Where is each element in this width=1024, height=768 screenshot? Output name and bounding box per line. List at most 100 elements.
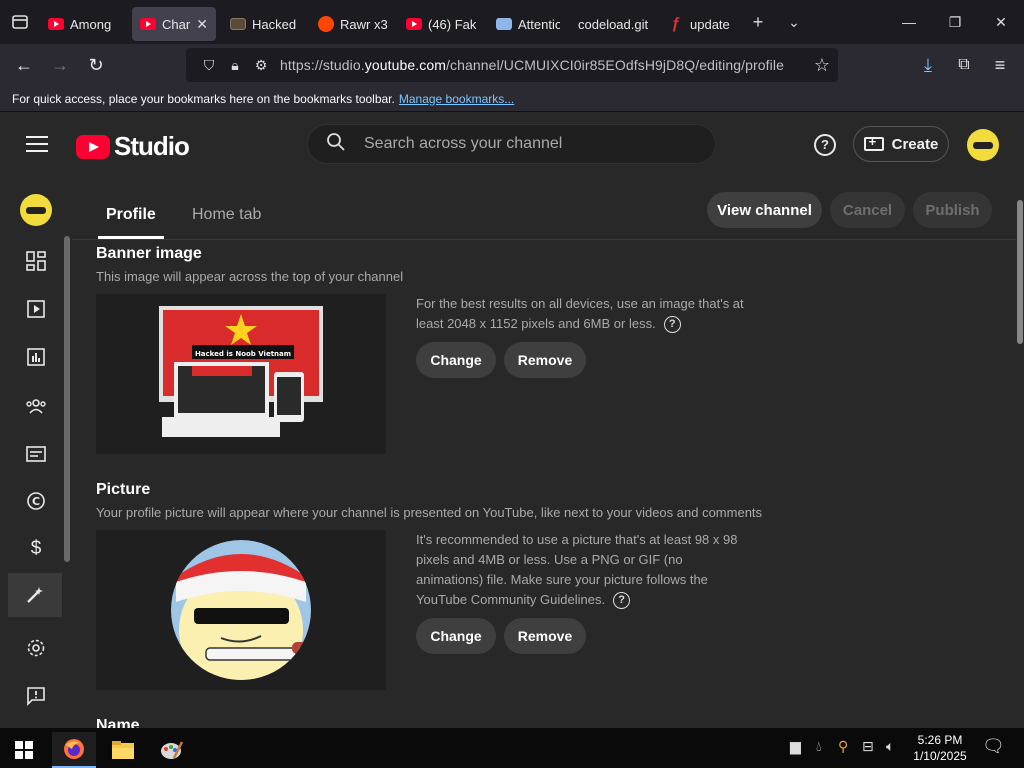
create-button[interactable]: Create <box>853 126 949 162</box>
browser-tab[interactable]: Rawr x3 <box>310 7 398 41</box>
browser-tab[interactable]: Hacked <box>222 7 310 41</box>
customization-icon[interactable] <box>8 573 62 617</box>
analytics-icon[interactable] <box>22 343 50 371</box>
notifications-icon[interactable]: 🗨︎ <box>982 736 1005 757</box>
file-explorer-icon[interactable] <box>101 732 145 768</box>
manage-bookmarks-link[interactable]: Manage bookmarks... <box>399 92 514 106</box>
earn-dollar-icon[interactable]: $ <box>22 535 50 563</box>
dashboard-icon[interactable] <box>22 247 50 275</box>
cancel-button[interactable]: Cancel <box>830 192 905 228</box>
profile-editor: Profile Home tab View channel Cancel Pub… <box>72 176 1016 728</box>
url-bar[interactable]: ⛉ 🔒︎ ⚙︎ https://studio.youtube.com/chann… <box>186 48 838 82</box>
banner-description: This image will appear across the top of… <box>96 269 404 284</box>
account-avatar[interactable] <box>967 129 999 161</box>
system-clock[interactable]: 5:26 PM 1/10/2025 <box>910 732 970 764</box>
forward-arrow-icon[interactable]: → <box>42 49 78 81</box>
network-apps-icon[interactable]: ▆ <box>790 738 801 755</box>
browser-nav-bar: ← → ↻ ⛉ 🔒︎ ⚙︎ https://studio.youtube.com… <box>0 44 1024 86</box>
banner-preview: Hacked is Noob Vietnam <box>96 294 386 454</box>
change-picture-button[interactable]: Change <box>416 618 496 654</box>
search-icon[interactable] <box>308 132 364 157</box>
search-input[interactable]: Search across your channel <box>364 135 562 153</box>
minimize-icon[interactable]: — <box>886 0 932 44</box>
new-tab-icon[interactable]: + <box>740 12 776 33</box>
reddit-icon <box>318 16 334 32</box>
picture-help-icon[interactable]: ? <box>613 592 631 610</box>
download-icon[interactable]: ⤓ <box>910 49 946 81</box>
chevron-down-icon[interactable]: ⌄ <box>776 14 812 31</box>
youtube-icon <box>140 18 156 30</box>
community-icon[interactable] <box>22 392 50 420</box>
youtube-logo-icon <box>76 134 110 159</box>
lock-icon <box>496 18 512 30</box>
picture-preview <box>96 530 386 690</box>
avatar-face <box>973 141 993 149</box>
tab-home[interactable]: Home tab <box>192 206 261 224</box>
close-window-icon[interactable]: ✕ <box>978 0 1024 44</box>
profile-tabs: Profile Home tab View channel Cancel Pub… <box>72 176 1016 240</box>
name-title: Name <box>96 717 140 728</box>
bookmarks-toolbar: For quick access, place your bookmarks h… <box>0 86 1024 112</box>
image-icon <box>230 18 246 30</box>
url-text[interactable]: https://studio.youtube.com/channel/UCMUI… <box>280 57 784 73</box>
browser-tab-strip: Among Chan ✕ Hacked Rawr x3 (46) Fak Atte… <box>0 0 1024 44</box>
change-banner-button[interactable]: Change <box>416 342 496 378</box>
settings-gear-icon[interactable] <box>22 634 50 662</box>
browser-tab[interactable]: (46) Fak <box>398 7 488 41</box>
bookmark-star-icon[interactable]: ☆ <box>814 55 830 76</box>
lock-icon[interactable]: 🔒︎ <box>222 57 248 74</box>
back-arrow-icon[interactable]: ← <box>6 49 42 81</box>
channel-avatar[interactable] <box>20 194 52 226</box>
shield-icon[interactable]: ⛉ <box>196 57 222 74</box>
scrollbar-thumb[interactable] <box>1017 200 1023 344</box>
subtitles-icon[interactable] <box>22 440 50 468</box>
hamburger-menu-icon[interactable] <box>26 136 48 152</box>
browser-tab[interactable]: Attentio <box>488 7 568 41</box>
youtube-icon <box>406 18 422 30</box>
browser-tab[interactable]: Among <box>40 7 132 41</box>
banner-title: Banner image <box>96 245 202 262</box>
browser-tab[interactable]: codeload.git <box>568 7 660 41</box>
permissions-icon[interactable]: ⚙︎ <box>248 57 274 74</box>
browser-tab-active[interactable]: Chan ✕ <box>132 7 216 41</box>
menu-icon[interactable]: ≡ <box>982 49 1018 81</box>
picture-description: Your profile picture will appear where y… <box>96 505 763 520</box>
svg-text:C: C <box>32 495 40 508</box>
view-channel-button[interactable]: View channel <box>707 192 822 228</box>
water-drop-icon[interactable]: 💧︎ <box>816 738 822 755</box>
search-tray-icon[interactable]: ⚲ <box>838 738 848 755</box>
studio-logo[interactable]: Studio <box>76 131 190 162</box>
remove-picture-button[interactable]: Remove <box>504 618 586 654</box>
copyright-icon[interactable]: C <box>22 487 50 515</box>
close-tab-icon[interactable]: ✕ <box>196 16 208 33</box>
studio-sidebar: C $ <box>0 176 72 728</box>
volume-icon[interactable]: 🔈︎ <box>886 738 894 755</box>
remove-banner-button[interactable]: Remove <box>504 342 586 378</box>
page-scrollbar[interactable] <box>1016 176 1024 728</box>
banner-help-icon[interactable]: ? <box>663 316 681 334</box>
firefox-icon[interactable] <box>52 732 96 768</box>
network-icon[interactable]: ⊟ <box>862 738 874 755</box>
tab-profile[interactable]: Profile <box>98 206 164 239</box>
publish-button[interactable]: Publish <box>913 192 992 228</box>
video-plus-icon <box>863 134 884 151</box>
windows-start-icon[interactable] <box>2 732 46 768</box>
reload-icon[interactable]: ↻ <box>78 49 114 81</box>
extensions-icon[interactable]: ⧉ <box>946 49 982 81</box>
banner-info: For the best results on all devices, use… <box>416 294 756 334</box>
banner-text: Hacked is Noob Vietnam <box>195 350 291 358</box>
channel-search[interactable]: Search across your channel <box>307 124 716 164</box>
bookmarks-hint: For quick access, place your bookmarks h… <box>12 91 395 106</box>
studio-header: Studio Search across your channel ? Crea… <box>0 112 1024 176</box>
help-icon[interactable]: ? <box>814 134 836 156</box>
windows-taskbar: ▆ 💧︎ ⚲ ⊟ 🔈︎ 5:26 PM 1/10/2025 🗨︎ <box>0 728 1024 768</box>
tab-overview-icon[interactable] <box>0 0 40 44</box>
browser-tab[interactable]: ƒ update <box>660 7 740 41</box>
picture-info: It's recommended to use a picture that's… <box>416 530 746 610</box>
content-icon[interactable] <box>22 295 50 323</box>
restore-icon[interactable]: ❐ <box>932 0 978 44</box>
avatar-face <box>26 206 46 214</box>
feedback-icon[interactable] <box>22 682 50 710</box>
paint-icon[interactable] <box>150 732 194 768</box>
sidebar-scrollbar[interactable] <box>64 236 70 562</box>
